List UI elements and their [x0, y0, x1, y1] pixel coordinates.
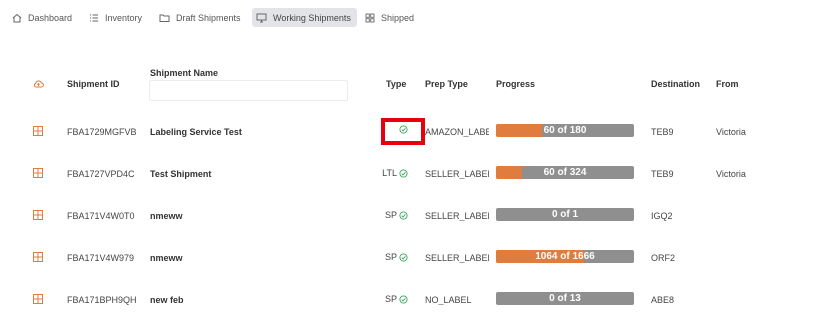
nav-inventory-label: Inventory [105, 13, 143, 23]
col-destination[interactable]: Destination [651, 79, 700, 89]
shipment-name[interactable]: nmeww [150, 253, 183, 263]
check-circle-icon[interactable] [399, 252, 408, 262]
nav-working-shipments[interactable]: Working Shipments [252, 8, 357, 27]
progress-text: 60 of 180 [543, 125, 587, 136]
shipment-id[interactable]: FBA171V4W0T0 [67, 211, 135, 221]
destination: ABE8 [651, 295, 675, 305]
nav-dashboard-label: Dashboard [28, 13, 73, 23]
nav-draft-shipments[interactable]: Draft Shipments [155, 9, 245, 27]
prep-type: SELLER_LABEL [425, 211, 489, 221]
expand-box-icon[interactable] [33, 126, 43, 136]
destination: TEB9 [651, 127, 674, 137]
col-shipment-id[interactable]: Shipment ID [67, 79, 120, 89]
progress-text: 1064 of 1666 [535, 251, 595, 262]
col-type[interactable]: Type [386, 79, 406, 89]
from-location: Victoria [716, 127, 746, 137]
type-label: SP [384, 252, 397, 262]
shipment-name[interactable]: nmeww [150, 211, 183, 221]
list-icon [90, 14, 98, 22]
check-circle-icon[interactable] [399, 294, 408, 304]
expand-box-icon[interactable] [33, 294, 43, 304]
progress-bar: 0 of 13 [496, 292, 634, 305]
nav-inventory[interactable]: Inventory [85, 9, 146, 27]
prep-type: SELLER_LABEL [425, 169, 489, 179]
prep-type: NO_LABEL [425, 295, 472, 305]
from-location: Victoria [716, 169, 746, 179]
destination: TEB9 [651, 169, 674, 179]
destination: ORF2 [651, 253, 676, 263]
grid-icon [365, 13, 375, 23]
type-cell: LTL [378, 168, 408, 178]
col-from[interactable]: From [716, 79, 739, 89]
home-icon [12, 13, 22, 23]
progress-text: 0 of 1 [551, 209, 579, 220]
type-label: SP [384, 210, 397, 220]
destination: IGQ2 [651, 211, 673, 221]
shipment-name[interactable]: new feb [150, 295, 184, 305]
type-cell: SP [378, 210, 408, 220]
nav-draft-shipments-label: Draft Shipments [176, 13, 241, 23]
prep-type: AMAZON_LABEL [425, 127, 489, 137]
type-cell: SP [378, 252, 408, 262]
monitor-icon [256, 13, 267, 22]
type-label: LTL [382, 168, 397, 178]
expand-box-icon[interactable] [33, 210, 43, 220]
progress-text: 0 of 13 [549, 293, 581, 304]
col-shipment-name[interactable]: Shipment Name [150, 68, 218, 78]
check-circle-icon[interactable] [399, 210, 408, 220]
nav-working-shipments-label: Working Shipments [273, 12, 351, 23]
shipment-name-filter-input[interactable] [149, 80, 348, 101]
progress-bar: 1064 of 1666 [496, 250, 634, 263]
shipment-id[interactable]: FBA171BPH9QH [67, 295, 137, 305]
progress-text: 60 of 324 [543, 167, 587, 178]
check-circle-icon[interactable] [399, 168, 408, 178]
type-label: SP [384, 294, 397, 304]
shipment-id[interactable]: FBA1727VPD4C [67, 169, 135, 179]
col-prep-type[interactable]: Prep Type [425, 79, 468, 89]
sync-cloud-icon[interactable] [33, 79, 44, 89]
expand-box-icon[interactable] [33, 168, 43, 178]
shipment-id[interactable]: FBA171V4W979 [67, 253, 134, 263]
type-cell: SP [378, 294, 408, 304]
progress-bar: 0 of 1 [496, 208, 634, 221]
shipment-name[interactable]: Labeling Service Test [150, 127, 242, 137]
prep-type: SELLER_LABEL [425, 253, 489, 263]
shipment-id[interactable]: FBA1729MGFVB [67, 127, 137, 137]
progress-bar: 60 of 324 [496, 166, 634, 179]
nav-shipped[interactable]: Shipped [361, 9, 418, 27]
highlight-box [381, 118, 425, 145]
shipment-name[interactable]: Test Shipment [150, 169, 211, 179]
progress-bar: 60 of 180 [496, 124, 634, 137]
folder-icon [159, 14, 170, 22]
nav-shipped-label: Shipped [381, 13, 415, 23]
nav-dashboard[interactable]: Dashboard [8, 9, 76, 27]
expand-box-icon[interactable] [33, 252, 43, 262]
top-nav: Dashboard Inventory Draft Shipments Work… [0, 0, 814, 36]
col-progress[interactable]: Progress [496, 79, 535, 89]
